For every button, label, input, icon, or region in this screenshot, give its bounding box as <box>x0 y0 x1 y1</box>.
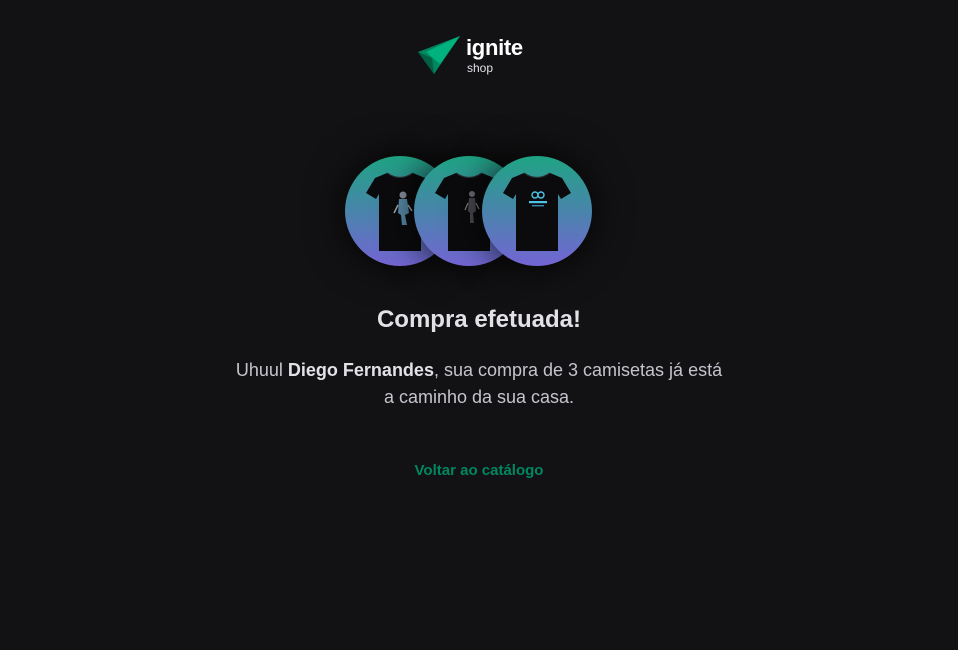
message-prefix: Uhuul <box>235 360 288 380</box>
ignite-shop-logo[interactable]: ignite shop <box>418 34 528 78</box>
logo-triangle-icon <box>418 36 460 74</box>
logo-name: ignite <box>466 35 523 60</box>
logo-sub: shop <box>467 61 494 75</box>
shirt-image-3 <box>482 156 592 266</box>
customer-name: Diego Fernandes <box>287 360 434 380</box>
tshirt-icon <box>503 172 571 251</box>
back-to-catalog-container: Voltar ao catálogo <box>0 462 958 479</box>
message-suffix: , sua compra de 3 camisetas já está a ca… <box>383 360 723 407</box>
success-title: Compra efetuada! <box>376 306 582 333</box>
purchased-shirts <box>345 156 595 268</box>
back-to-catalog-link[interactable]: Voltar ao catálogo <box>415 462 544 479</box>
success-message: Uhuul Diego Fernandes, sua compra de 3 c… <box>229 357 729 411</box>
